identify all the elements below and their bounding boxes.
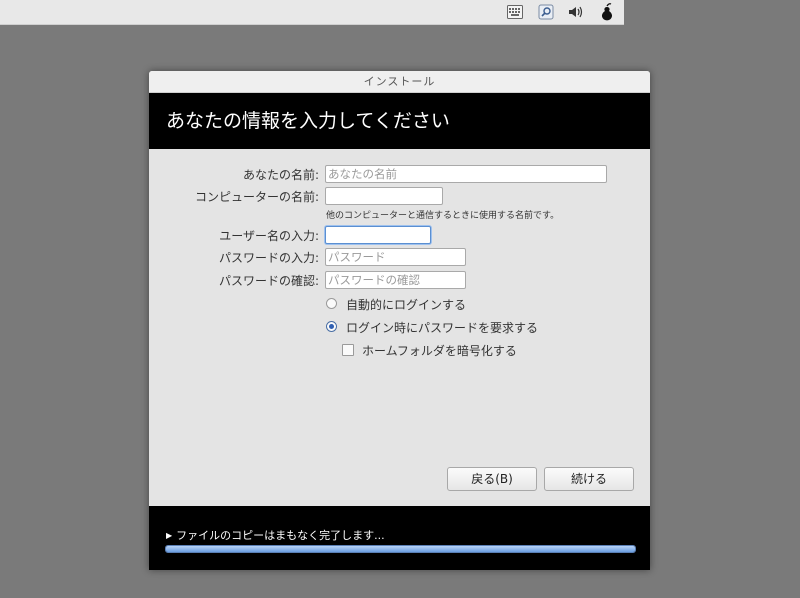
top-panel <box>0 0 624 25</box>
status-line[interactable]: ▶ ファイルのコピーはまもなく完了します... <box>166 527 385 543</box>
confirm-password-input[interactable]: パスワードの確認 <box>325 271 466 289</box>
password-input[interactable]: パスワード <box>325 248 466 266</box>
continue-button[interactable]: 続ける <box>544 467 634 491</box>
encrypt-home-label: ホームフォルダを暗号化する <box>362 344 517 358</box>
back-button[interactable]: 戻る(B) <box>447 467 537 491</box>
username-label: ユーザー名の入力: <box>219 229 319 243</box>
keyboard-icon[interactable] <box>505 3 525 21</box>
password-row: パスワードの入力: パスワード <box>149 248 650 266</box>
username-row: ユーザー名の入力: <box>149 226 650 244</box>
progress-fill <box>166 546 635 552</box>
status-text: ファイルのコピーはまもなく完了します... <box>176 529 385 542</box>
computer-name-hint: 他のコンピューターと通信するときに使用する名前です。 <box>326 211 560 221</box>
page-title: あなたの情報を入力してください <box>149 93 650 149</box>
require-password-label: ログイン時にパスワードを要求する <box>346 321 539 335</box>
volume-icon[interactable] <box>566 3 586 21</box>
installer-window: インストール あなたの情報を入力してください あなたの名前: あなたの名前 コン… <box>149 71 650 570</box>
name-label: あなたの名前: <box>242 168 319 182</box>
expander-arrow-icon[interactable]: ▶ <box>166 531 172 540</box>
computer-name-row: コンピューターの名前: <box>149 187 650 205</box>
auto-login-label: 自動的にログインする <box>346 298 467 312</box>
username-input[interactable] <box>325 226 431 244</box>
name-row: あなたの名前: あなたの名前 <box>149 165 650 183</box>
progress-bar <box>165 545 636 553</box>
name-input[interactable]: あなたの名前 <box>325 165 607 183</box>
form-area: あなたの名前: あなたの名前 コンピューターの名前: 他のコンピューターと通信す… <box>149 149 650 505</box>
computer-name-input[interactable] <box>325 187 443 205</box>
window-title: インストール <box>149 71 650 93</box>
confirm-password-row: パスワードの確認: パスワードの確認 <box>149 271 650 289</box>
network-search-icon[interactable] <box>536 3 556 21</box>
progress-footer: ▶ ファイルのコピーはまもなく完了します... <box>149 506 650 570</box>
auto-login-radio[interactable] <box>326 298 337 309</box>
pear-logo-icon[interactable] <box>597 3 617 21</box>
encrypt-home-checkbox[interactable] <box>342 344 354 356</box>
computer-name-label: コンピューターの名前: <box>194 190 319 204</box>
require-password-radio[interactable] <box>326 321 337 332</box>
confirm-password-label: パスワードの確認: <box>218 274 319 288</box>
password-label: パスワードの入力: <box>218 251 319 265</box>
